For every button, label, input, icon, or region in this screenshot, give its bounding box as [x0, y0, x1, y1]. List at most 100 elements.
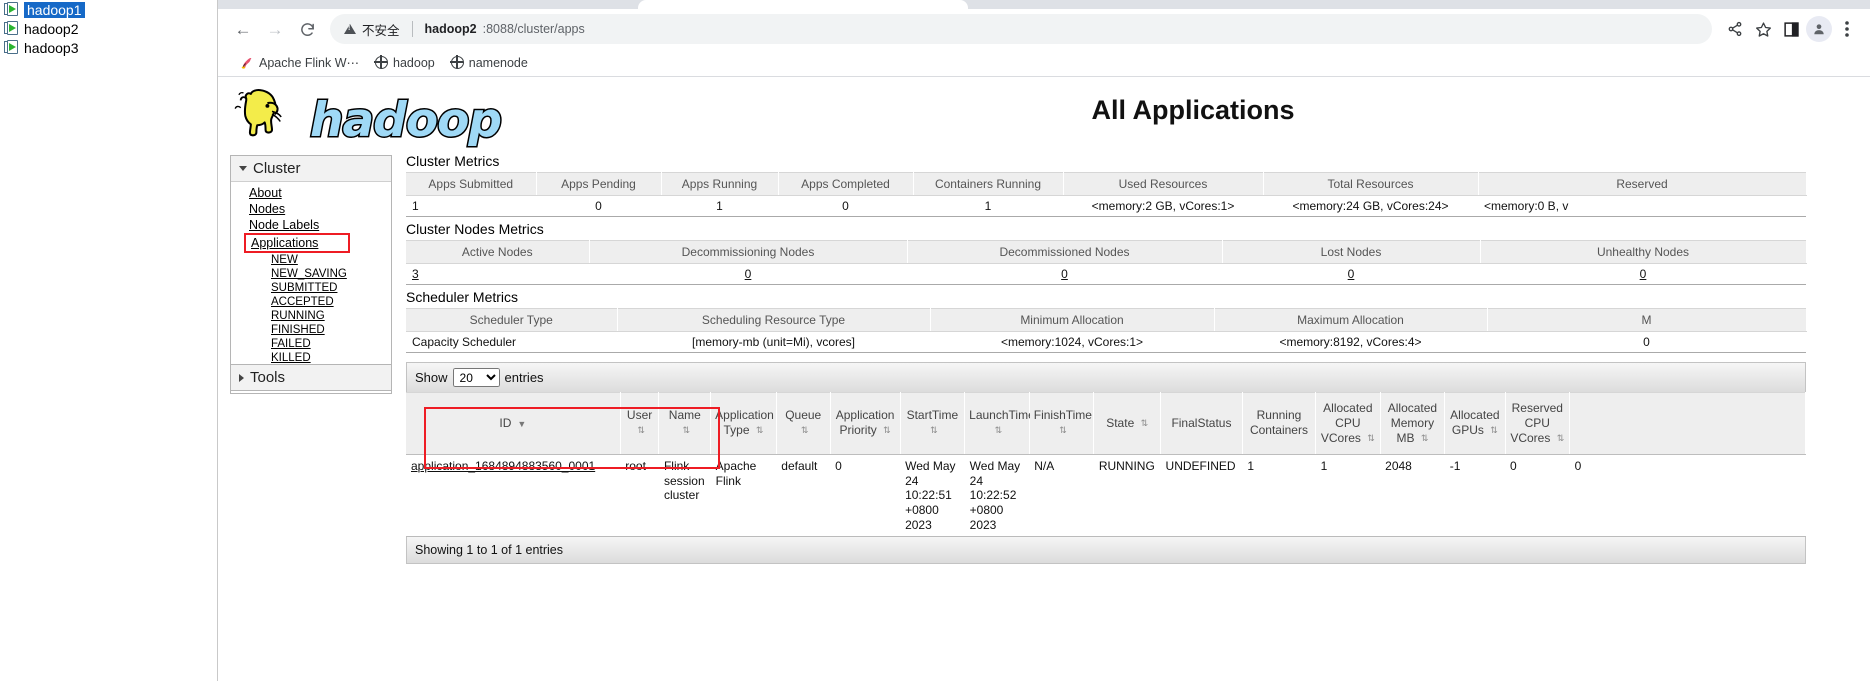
sidebar-item-about[interactable]: About: [231, 185, 391, 201]
sort-icon: ⇅: [1059, 425, 1067, 435]
url-host: hadoop2: [424, 22, 477, 36]
col-user[interactable]: User ⇅: [620, 392, 660, 455]
col-application-type[interactable]: Application Type ⇅: [710, 392, 777, 455]
cell-queue: default: [776, 454, 831, 538]
address-bar[interactable]: 不安全 hadoop2:8088/cluster/apps: [330, 14, 1712, 44]
sidebar-item-applications[interactable]: Applications: [244, 233, 351, 253]
bookmark-apache-flink[interactable]: Apache Flink W⋯: [240, 55, 359, 70]
sort-icon: ⇅: [1490, 425, 1498, 435]
col-running-containers[interactable]: Running Containers: [1242, 392, 1317, 455]
sidebar-tools-title: Tools: [250, 369, 286, 386]
col-used-resources[interactable]: Used Resources: [1063, 172, 1264, 196]
col-overflow[interactable]: [1569, 392, 1806, 455]
sort-icon: ⇅: [800, 425, 809, 435]
col-application-priority[interactable]: Application Priority ⇅: [830, 392, 901, 455]
sidebar-cluster-header[interactable]: Cluster: [231, 156, 391, 182]
col-scheduling-resource-type[interactable]: Scheduling Resource Type: [617, 308, 931, 332]
sidebar-item-node-labels[interactable]: Node Labels: [231, 217, 391, 233]
sort-desc-icon: ▼: [517, 418, 527, 429]
star-icon[interactable]: [1750, 16, 1776, 42]
col-launchtime[interactable]: LaunchTime ⇅: [964, 392, 1035, 455]
col-maximum-cluster-priority[interactable]: M: [1487, 308, 1807, 332]
omnibox-divider: [411, 21, 413, 37]
cell-id[interactable]: application_1684894883560_0001: [406, 454, 621, 538]
session-label: hadoop1: [24, 1, 85, 18]
sort-icon: ⇅: [682, 425, 691, 435]
col-finalstatus[interactable]: FinalStatus: [1160, 392, 1243, 455]
col-apps-running[interactable]: Apps Running: [661, 172, 779, 196]
col-decommissioning-nodes[interactable]: Decommissioning Nodes: [589, 240, 908, 264]
bookmark-hadoop[interactable]: hadoop: [374, 55, 435, 70]
caret-down-icon: [239, 166, 247, 171]
forward-arrow-icon[interactable]: →: [260, 14, 290, 44]
col-name[interactable]: Name ⇅: [658, 392, 712, 455]
bookmark-label: hadoop: [393, 55, 435, 70]
back-arrow-icon[interactable]: ←: [228, 14, 258, 44]
val-apps-submitted: 1: [406, 195, 536, 217]
table-header-row: Scheduler Type Scheduling Resource Type …: [406, 308, 1807, 332]
cluster-nodes-metrics-title: Cluster Nodes Metrics: [406, 221, 544, 237]
application-id-link[interactable]: application_1684894883560_0001: [411, 459, 595, 473]
col-scheduler-type[interactable]: Scheduler Type: [406, 308, 618, 332]
col-apps-pending[interactable]: Apps Pending: [536, 172, 662, 196]
col-decommissioned-nodes[interactable]: Decommissioned Nodes: [907, 240, 1223, 264]
sidebar-item-new-saving[interactable]: NEW_SAVING: [231, 267, 391, 281]
col-lost-nodes[interactable]: Lost Nodes: [1222, 240, 1481, 264]
sidebar-item-killed[interactable]: KILLED: [231, 351, 391, 365]
cell-allocated-cpu-vcores: 1: [1315, 454, 1381, 538]
profile-avatar-icon[interactable]: [1806, 16, 1832, 42]
col-starttime[interactable]: StartTime ⇅: [900, 392, 966, 455]
col-active-nodes[interactable]: Active Nodes: [406, 240, 590, 264]
col-allocated-memory-mb[interactable]: Allocated Memory MB ⇅: [1380, 392, 1446, 455]
sidebar-item-new[interactable]: NEW: [231, 253, 391, 267]
session-icon: [4, 2, 20, 17]
sidebar-item-accepted[interactable]: ACCEPTED: [231, 295, 391, 309]
share-icon[interactable]: [1722, 16, 1748, 42]
session-list-item[interactable]: hadoop3: [0, 38, 217, 57]
val-scheduler-type: Capacity Scheduler: [406, 331, 617, 353]
datatable-info: Showing 1 to 1 of 1 entries: [406, 537, 1806, 565]
col-containers-running[interactable]: Containers Running: [913, 172, 1064, 196]
val-active-nodes[interactable]: 3: [412, 267, 419, 281]
col-maximum-allocation[interactable]: Maximum Allocation: [1214, 308, 1488, 332]
val-decommissioned-nodes[interactable]: 0: [1061, 267, 1068, 281]
col-finishtime[interactable]: FinishTime ⇅: [1029, 392, 1095, 455]
sidebar-item-finished[interactable]: FINISHED: [231, 323, 391, 337]
table-row[interactable]: application_1684894883560_0001 root Flin…: [406, 454, 1806, 538]
col-total-resources[interactable]: Total Resources: [1263, 172, 1479, 196]
session-list-item[interactable]: hadoop2: [0, 19, 217, 38]
page-size-select[interactable]: 20 50 100: [452, 368, 500, 387]
bookmark-namenode[interactable]: namenode: [450, 55, 528, 70]
three-dot-menu-icon[interactable]: [1834, 16, 1860, 42]
val-decommissioning-nodes[interactable]: 0: [745, 267, 752, 281]
col-reserved-resources[interactable]: Reserved: [1478, 172, 1807, 196]
sort-icon: ⇅: [1556, 432, 1565, 443]
val-lost-nodes[interactable]: 0: [1348, 267, 1355, 281]
sort-icon: ⇅: [1420, 432, 1429, 443]
sidebar-tools-nav[interactable]: Tools: [230, 364, 392, 391]
browser-tab[interactable]: [638, 0, 968, 9]
col-apps-completed[interactable]: Apps Completed: [778, 172, 914, 196]
col-allocated-cpu-vcores[interactable]: Allocated CPU VCores ⇅: [1315, 392, 1381, 455]
applications-table: ID ▼ User ⇅ Name ⇅ Application Type ⇅ Queue…: [406, 392, 1806, 538]
sidebar-item-submitted[interactable]: SUBMITTED: [231, 281, 391, 295]
session-list-item[interactable]: hadoop1: [0, 0, 217, 19]
cell-application-type: Apache Flink: [710, 454, 777, 538]
reload-icon[interactable]: [292, 14, 322, 44]
sidebar-item-failed[interactable]: FAILED: [231, 337, 391, 351]
col-minimum-allocation[interactable]: Minimum Allocation: [930, 308, 1215, 332]
col-unhealthy-nodes[interactable]: Unhealthy Nodes: [1480, 240, 1807, 264]
sidebar-item-nodes[interactable]: Nodes: [231, 201, 391, 217]
globe-icon: [450, 55, 464, 69]
sidebar-item-running[interactable]: RUNNING: [231, 309, 391, 323]
col-apps-submitted[interactable]: Apps Submitted: [406, 172, 537, 196]
col-allocated-gpus[interactable]: Allocated GPUs ⇅: [1444, 392, 1506, 455]
col-id[interactable]: ID ▼: [406, 392, 621, 455]
sidebar-cluster-nav: Cluster About Nodes Node Labels Applicat…: [230, 155, 392, 394]
col-reserved-cpu-vcores[interactable]: Reserved CPU VCores ⇅: [1505, 392, 1571, 455]
warning-triangle-icon: [344, 24, 356, 34]
col-state[interactable]: State ⇅: [1093, 392, 1162, 455]
val-unhealthy-nodes[interactable]: 0: [1640, 267, 1647, 281]
col-queue[interactable]: Queue ⇅: [776, 392, 831, 455]
side-panel-icon[interactable]: [1778, 16, 1804, 42]
